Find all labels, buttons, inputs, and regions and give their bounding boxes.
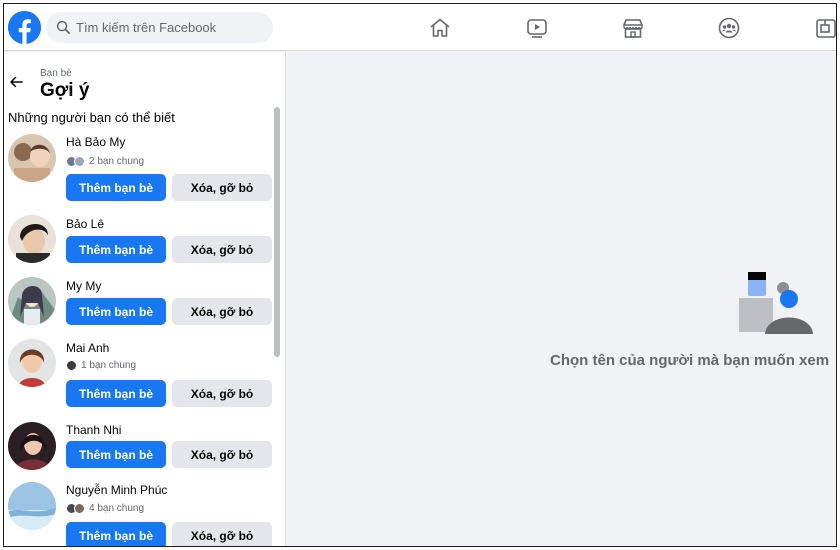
mutual-count: 2 bạn chung bbox=[89, 155, 145, 167]
add-friend-button[interactable]: Thêm bạn bè bbox=[66, 298, 166, 325]
add-friend-button[interactable]: Thêm bạn bè bbox=[66, 380, 166, 407]
avatar[interactable] bbox=[8, 277, 56, 325]
suggestion-item: Nguyễn Minh Phúc 4 bạn chung Thêm bạn bè… bbox=[4, 482, 276, 546]
remove-button[interactable]: Xóa, gỡ bỏ bbox=[172, 441, 272, 468]
page-title: Gợi ý bbox=[40, 80, 90, 101]
avatar[interactable] bbox=[8, 422, 56, 470]
back-arrow-icon[interactable] bbox=[8, 74, 24, 90]
sidebar: Bạn bè Gợi ý Những người bạn có thể biết… bbox=[4, 52, 286, 546]
add-friend-button[interactable]: Thêm bạn bè bbox=[66, 441, 166, 468]
avatar[interactable] bbox=[8, 339, 56, 387]
suggestion-item: Hà Bảo My 2 bạn chung Thêm bạn bè Xóa, g… bbox=[4, 132, 276, 212]
groups-icon[interactable] bbox=[717, 16, 741, 40]
home-icon[interactable] bbox=[428, 16, 452, 40]
mini-avatar bbox=[74, 155, 85, 167]
friends-placeholder-icon bbox=[739, 272, 813, 334]
person-name[interactable]: Bảo Lê bbox=[66, 217, 104, 231]
section-title: Những người bạn có thể biết bbox=[8, 110, 175, 125]
mutual-avatars bbox=[66, 359, 77, 371]
window: Bạn bè Gợi ý Những người bạn có thể biết… bbox=[3, 3, 837, 547]
mutual-avatars bbox=[66, 502, 85, 514]
person-name[interactable]: My My bbox=[66, 279, 101, 293]
breadcrumb[interactable]: Bạn bè bbox=[40, 68, 72, 79]
mini-avatar bbox=[74, 502, 85, 514]
remove-button[interactable]: Xóa, gỡ bỏ bbox=[172, 380, 272, 407]
mutual-avatars bbox=[66, 155, 85, 167]
search-box[interactable] bbox=[46, 12, 273, 43]
mutual-friends[interactable]: 2 bạn chung bbox=[66, 154, 144, 168]
avatar[interactable] bbox=[8, 482, 56, 530]
add-friend-button[interactable]: Thêm bạn bè bbox=[66, 174, 166, 201]
remove-button[interactable]: Xóa, gỡ bỏ bbox=[172, 236, 272, 263]
main-panel: Chọn tên của người mà bạn muốn xem bbox=[287, 52, 836, 546]
avatar[interactable] bbox=[8, 134, 56, 182]
watch-icon[interactable] bbox=[525, 16, 549, 40]
empty-state-text: Chọn tên của người mà bạn muốn xem bbox=[550, 352, 830, 369]
remove-button[interactable]: Xóa, gỡ bỏ bbox=[172, 522, 272, 546]
mini-avatar bbox=[66, 359, 77, 371]
top-bar bbox=[4, 4, 836, 51]
remove-button[interactable]: Xóa, gỡ bỏ bbox=[172, 298, 272, 325]
suggestion-item: Mai Anh 1 bạn chung Thêm bạn bè Xóa, gỡ … bbox=[4, 339, 276, 419]
person-name[interactable]: Mai Anh bbox=[66, 341, 109, 355]
person-name[interactable]: Thanh Nhi bbox=[66, 423, 121, 437]
add-friend-button[interactable]: Thêm bạn bè bbox=[66, 522, 166, 546]
remove-button[interactable]: Xóa, gỡ bỏ bbox=[172, 174, 272, 201]
person-name[interactable]: Hà Bảo My bbox=[66, 135, 125, 149]
search-input[interactable] bbox=[76, 12, 266, 43]
mutual-friends[interactable]: 4 bạn chung bbox=[66, 501, 144, 515]
search-icon bbox=[56, 20, 70, 34]
marketplace-icon[interactable] bbox=[621, 16, 645, 40]
add-friend-button[interactable]: Thêm bạn bè bbox=[66, 236, 166, 263]
gaming-icon[interactable] bbox=[814, 16, 836, 40]
mutual-friends[interactable]: 1 bạn chung bbox=[66, 358, 136, 372]
mutual-count: 4 bạn chung bbox=[89, 502, 145, 514]
facebook-logo-icon[interactable] bbox=[8, 11, 41, 44]
person-name[interactable]: Nguyễn Minh Phúc bbox=[66, 483, 167, 497]
avatar[interactable] bbox=[8, 215, 56, 263]
mutual-count: 1 bạn chung bbox=[81, 359, 137, 371]
